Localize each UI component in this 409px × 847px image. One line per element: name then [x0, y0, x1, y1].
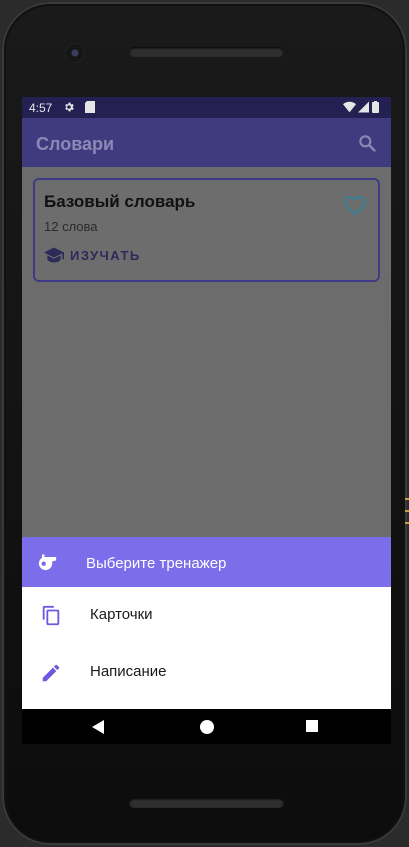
copy-cards-icon — [42, 605, 60, 626]
page-title: Словари — [36, 134, 115, 154]
option-cards-label: Карточки — [90, 606, 153, 623]
option-writing-label: Написание — [90, 663, 167, 680]
option-cards[interactable]: Карточки — [22, 587, 391, 644]
study-button[interactable]: ИЗУЧАТЬ — [44, 246, 141, 264]
search-icon[interactable] — [357, 133, 377, 153]
device-screen: 4:57 Словари Базовый словарь 12 слова ИЗ… — [22, 97, 391, 744]
pencil-icon — [42, 664, 60, 682]
device-frame: 4:57 Словари Базовый словарь 12 слова ИЗ… — [2, 2, 407, 845]
sd-card-icon — [85, 101, 95, 113]
bottom-speaker — [129, 798, 284, 808]
trainer-bottom-sheet: Выберите тренажер Карточки Написание — [22, 537, 391, 709]
back-icon[interactable] — [90, 719, 106, 735]
dictionary-title: Базовый словарь — [44, 192, 196, 211]
ide-edge-markers — [405, 498, 409, 558]
gear-icon — [65, 102, 74, 112]
dictionary-card[interactable]: Базовый словарь 12 слова ИЗУЧАТЬ — [33, 178, 380, 282]
wifi-icon — [343, 101, 356, 113]
sheet-title: Выберите тренажер — [86, 555, 227, 572]
word-count: 12 слова — [44, 219, 98, 234]
front-camera — [66, 44, 84, 62]
earpiece-speaker — [129, 47, 284, 57]
graduation-cap-icon — [44, 247, 64, 263]
status-bar: 4:57 — [22, 97, 391, 118]
whistle-icon — [38, 554, 57, 571]
sheet-header: Выберите тренажер — [22, 537, 391, 587]
study-label: ИЗУЧАТЬ — [70, 247, 141, 263]
trainer-options: Карточки Написание — [22, 587, 391, 709]
home-icon[interactable] — [200, 720, 214, 734]
heart-outline-icon[interactable] — [342, 192, 368, 218]
battery-icon — [372, 101, 379, 113]
system-nav-bar — [22, 709, 391, 744]
option-writing[interactable]: Написание — [22, 644, 391, 701]
recents-icon[interactable] — [306, 720, 318, 732]
signal-icon — [358, 101, 369, 113]
app-bar: Словари — [22, 118, 391, 167]
status-time: 4:57 — [29, 101, 53, 115]
